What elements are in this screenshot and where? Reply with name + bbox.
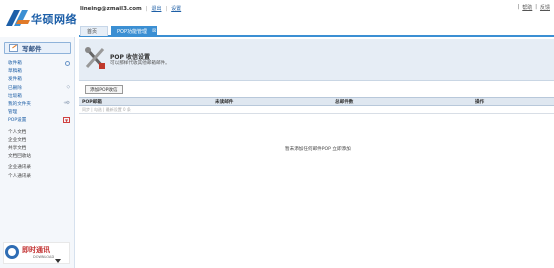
page-header: POP 收信设置 可以那样代收其他邮箱邮件。 bbox=[79, 39, 554, 81]
sidebar-item-personal-docs[interactable]: 个人文档 bbox=[0, 128, 74, 136]
sidebar-item-drafts[interactable]: 草稿箱 bbox=[0, 67, 74, 75]
tools-icon bbox=[85, 47, 105, 69]
sidebar-item-label: 企业文档 bbox=[8, 137, 27, 143]
sidebar-item-company-contacts[interactable]: 企业通讯录 bbox=[0, 163, 74, 171]
toolbar-text: 同步 | 勾选 | 最新设置 0 条 bbox=[82, 107, 131, 112]
user-info: lineing@zmail3.com | 退出 | 设置 bbox=[80, 4, 181, 13]
im-title: 即时通讯 bbox=[22, 246, 50, 254]
sidebar-item-label: 个人通讯录 bbox=[8, 173, 31, 179]
separator: | bbox=[145, 5, 148, 12]
column-header-pop-mailbox[interactable]: POP邮箱 bbox=[82, 99, 102, 105]
top-right-links: | 帮助 | 反馈 bbox=[518, 4, 550, 11]
sidebar-item-label: 文档回收站 bbox=[8, 154, 31, 160]
sidebar-item-label: 共享文档 bbox=[8, 145, 27, 151]
tab-pop-label: POP功能管理 bbox=[117, 28, 147, 35]
sidebar-item-label: 我的文件夹 bbox=[8, 102, 31, 108]
sidebar-item-label: 垃圾箱 bbox=[8, 93, 22, 99]
refresh-icon[interactable] bbox=[65, 61, 70, 66]
tab-home-label: 首页 bbox=[87, 29, 98, 35]
sidebar-item-shared-docs[interactable]: 共享文档 bbox=[0, 144, 74, 152]
sidebar-item-my-folders[interactable]: 我的文件夹 + ⚙ bbox=[0, 100, 74, 108]
main-panel: POP 收信设置 可以那样代收其他邮箱邮件。 添加POP收信 POP邮箱 未读邮… bbox=[79, 39, 554, 268]
download-arrow-icon bbox=[55, 259, 61, 263]
separator: | bbox=[165, 5, 168, 12]
gear-icon[interactable]: ⚙ bbox=[66, 101, 70, 106]
logout-link[interactable]: 退出 bbox=[151, 5, 161, 12]
user-email: lineing@zmail3.com bbox=[80, 5, 142, 12]
logo-icon bbox=[6, 10, 30, 26]
compose-icon bbox=[9, 44, 18, 52]
sidebar: 写邮件 收件箱 草稿箱 发件箱 已删除 ◇ 垃圾箱 我的文件夹 + ⚙ 管理 P… bbox=[0, 37, 75, 268]
tab-bar: 首页 POP功能管理 ⊠ bbox=[79, 25, 554, 37]
sidebar-item-label: 收件箱 bbox=[8, 61, 22, 67]
sidebar-item-label: 发件箱 bbox=[8, 77, 22, 83]
close-icon[interactable]: ⊠ bbox=[152, 28, 156, 34]
column-header-total[interactable]: 总邮件数 bbox=[335, 99, 353, 105]
sidebar-item-label: 企业通讯录 bbox=[8, 165, 31, 171]
column-header-actions: 操作 bbox=[475, 100, 485, 105]
empty-message[interactable]: 暂未添加任何邮件POP 立即添加 bbox=[285, 146, 351, 152]
sidebar-item-inbox[interactable]: 收件箱 bbox=[0, 59, 74, 67]
compose-label: 写邮件 bbox=[22, 45, 42, 53]
sidebar-nav: 收件箱 草稿箱 发件箱 已删除 ◇ 垃圾箱 我的文件夹 + ⚙ 管理 POP设置… bbox=[0, 59, 74, 180]
tab-home[interactable]: 首页 bbox=[80, 26, 108, 36]
sidebar-item-deleted[interactable]: 已删除 ◇ bbox=[0, 84, 74, 92]
column-header-unread[interactable]: 未读邮件 bbox=[215, 99, 233, 105]
header: 华硕网络 lineing@zmail3.com | 退出 | 设置 | 帮助 |… bbox=[0, 0, 554, 37]
separator: | bbox=[535, 4, 537, 10]
sidebar-item-label: 个人文档 bbox=[8, 129, 27, 135]
sidebar-item-sent[interactable]: 发件箱 bbox=[0, 75, 74, 83]
compose-button[interactable]: 写邮件 bbox=[4, 42, 71, 54]
chevron-down-icon[interactable]: ▼ bbox=[63, 117, 70, 124]
sidebar-item-pop-settings[interactable]: POP设置 ▼ bbox=[0, 116, 74, 124]
table-header: POP邮箱 未读邮件 总邮件数 操作 bbox=[79, 97, 554, 106]
settings-link[interactable]: 设置 bbox=[171, 5, 181, 12]
sidebar-item-label: 管理 bbox=[8, 110, 18, 116]
sidebar-item-spam[interactable]: 垃圾箱 bbox=[0, 92, 74, 100]
sidebar-item-doc-recycle[interactable]: 文档回收站 bbox=[0, 152, 74, 160]
help-link[interactable]: 帮助 bbox=[522, 4, 532, 11]
tab-pop-management[interactable]: POP功能管理 ⊠ bbox=[111, 26, 157, 36]
clear-trash-icon[interactable]: ◇ bbox=[66, 85, 70, 90]
im-download-banner[interactable]: 即时通讯 DOWNLOAD bbox=[3, 242, 70, 264]
im-subtitle: DOWNLOAD bbox=[33, 255, 55, 259]
sidebar-item-label: 已删除 bbox=[8, 85, 22, 91]
sidebar-item-manage[interactable]: 管理 bbox=[0, 108, 74, 116]
sidebar-item-personal-contacts[interactable]: 个人通讯录 bbox=[0, 171, 74, 179]
im-logo-icon bbox=[5, 245, 19, 259]
sidebar-item-label: POP设置 bbox=[8, 118, 27, 124]
separator: | bbox=[517, 4, 520, 10]
brand-logo[interactable]: 华硕网络 bbox=[4, 6, 77, 30]
table-toolbar: 同步 | 勾选 | 最新设置 0 条 bbox=[79, 106, 554, 114]
pop-table: POP邮箱 未读邮件 总邮件数 操作 同步 | 勾选 | 最新设置 0 条 bbox=[79, 97, 554, 114]
feedback-link[interactable]: 反馈 bbox=[540, 4, 550, 11]
sidebar-item-label: 草稿箱 bbox=[8, 69, 22, 75]
add-pop-button[interactable]: 添加POP收信 bbox=[85, 85, 123, 94]
brand-name: 华硕网络 bbox=[31, 13, 77, 26]
sidebar-item-company-docs[interactable]: 企业文档 bbox=[0, 136, 74, 144]
page-subtitle: 可以那样代收其他邮箱邮件。 bbox=[110, 61, 170, 66]
